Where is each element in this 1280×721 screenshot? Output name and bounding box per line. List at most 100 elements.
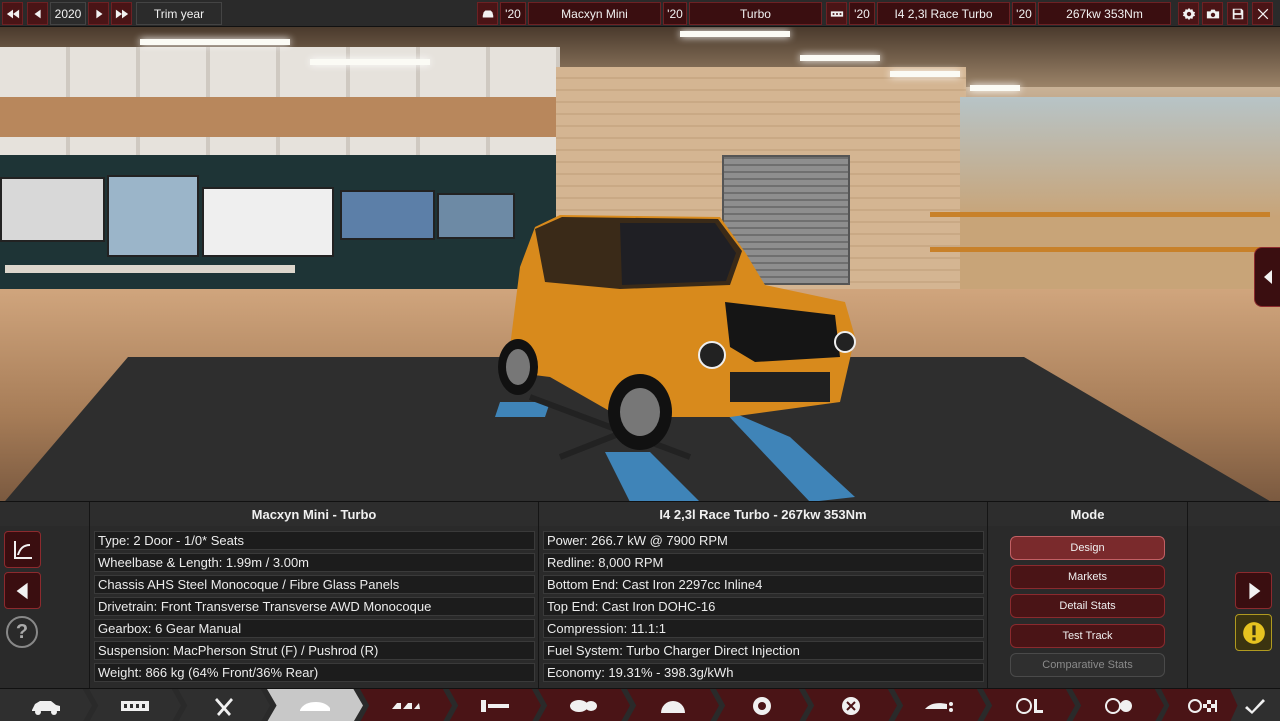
- skip-forward-icon: [115, 9, 128, 18]
- mode-markets-button[interactable]: Markets: [1010, 565, 1165, 589]
- chart-button[interactable]: [4, 531, 41, 568]
- first-year-button[interactable]: [2, 2, 23, 25]
- fuel-system-row: Fuel System: Turbo Charger Direct Inject…: [543, 641, 984, 660]
- mode-comparative-stats-button: Comparative Stats: [1010, 653, 1165, 677]
- steering-icon: [1016, 697, 1043, 714]
- ceiling-light: [680, 31, 790, 37]
- compression-row: Compression: 11.1:1: [543, 619, 984, 638]
- mode-design-button[interactable]: Design: [1010, 536, 1165, 560]
- engine-name[interactable]: I4 2,3l Race Turbo: [877, 2, 1010, 25]
- seats-icon: [392, 702, 420, 709]
- gearbox-row: Gearbox: 6 Gear Manual: [94, 619, 535, 638]
- ceiling-light: [140, 39, 290, 45]
- nav-suspension[interactable]: [178, 689, 270, 721]
- workbench: [5, 265, 295, 273]
- next-button[interactable]: [1235, 572, 1272, 609]
- info-panel: ? Macxyn Mini - Turbo Type: 2 Door - 1/0…: [0, 501, 1280, 689]
- redline-row: Redline: 8,000 RPM: [543, 553, 984, 572]
- car-icon: [482, 10, 493, 17]
- trim-name[interactable]: Turbo: [689, 2, 822, 25]
- shelf: [930, 212, 1270, 217]
- car-icon: [32, 700, 60, 715]
- engine-block-icon: [570, 699, 597, 712]
- nav-model[interactable]: [0, 689, 92, 721]
- car-type-row: Type: 2 Door - 1/0* Seats: [94, 531, 535, 550]
- gear-half-icon: [661, 700, 685, 713]
- nav-wheels[interactable]: [716, 689, 808, 721]
- chassis-icon: [121, 700, 149, 711]
- variant-name[interactable]: 267kw 353Nm: [1038, 2, 1171, 25]
- settings-button[interactable]: [1178, 2, 1199, 25]
- curve-graph-icon: [13, 540, 32, 559]
- wheelbase-row: Wheelbase & Length: 1.99m / 3.00m: [94, 553, 535, 572]
- car-info-title: Macxyn Mini - Turbo: [90, 502, 539, 526]
- ceiling-light: [310, 59, 430, 65]
- alert-icon: [1242, 621, 1265, 644]
- model-button[interactable]: [477, 2, 498, 25]
- model-year: '20: [500, 2, 526, 25]
- warning-button[interactable]: [1235, 614, 1272, 651]
- side-panel-toggle[interactable]: [1254, 247, 1280, 307]
- car-body-icon: [300, 701, 330, 711]
- last-year-button[interactable]: [111, 2, 132, 25]
- trim-year: '20: [663, 2, 687, 25]
- nav-fixtures[interactable]: [449, 689, 541, 721]
- prev-year-button[interactable]: [27, 2, 48, 25]
- nav-chassis[interactable]: [89, 689, 181, 721]
- nav-finish[interactable]: [1230, 689, 1280, 721]
- help-icon[interactable]: ?: [6, 616, 38, 648]
- bottom-end-row: Bottom End: Cast Iron 2297cc Inline4: [543, 575, 984, 594]
- close-button[interactable]: [1252, 2, 1273, 25]
- mode-list: Design Markets Detail Stats Test Track C…: [988, 526, 1188, 689]
- nav-interior[interactable]: [360, 689, 452, 721]
- chevron-right-icon: [1248, 582, 1260, 599]
- right-wall: [960, 97, 1280, 297]
- steering-wheel-icon: [1105, 697, 1132, 714]
- nav-body[interactable]: [267, 689, 363, 721]
- garage-viewport[interactable]: [0, 27, 1280, 501]
- ceiling-light: [890, 71, 960, 77]
- tools-column: ?: [0, 526, 90, 689]
- chevron-left-icon: [1263, 270, 1272, 284]
- back-button[interactable]: [4, 572, 41, 609]
- save-button[interactable]: [1227, 2, 1248, 25]
- suspension-row: Suspension: MacPherson Strut (F) / Pushr…: [94, 641, 535, 660]
- nav-brakes[interactable]: [983, 689, 1075, 721]
- engine-info-title: I4 2,3l Race Turbo - 267kw 353Nm: [539, 502, 988, 526]
- nav-tuning[interactable]: [1072, 689, 1164, 721]
- gear-icon: [1182, 7, 1195, 20]
- top-end-row: Top End: Cast Iron DOHC-16: [543, 597, 984, 616]
- mode-test-track-button[interactable]: Test Track: [1010, 624, 1165, 648]
- trim-year-label[interactable]: Trim year: [136, 2, 222, 25]
- fixtures-icon: [481, 699, 509, 712]
- chevron-right-icon: [95, 9, 102, 18]
- nav-aero[interactable]: [894, 689, 986, 721]
- poster: [107, 175, 199, 257]
- top-bar: 2020 Trim year '20 Macxyn Mini '20 Turbo…: [0, 0, 1280, 27]
- aero-icon: [925, 701, 953, 712]
- wrench-cross-icon: [215, 697, 233, 716]
- nav-engine[interactable]: [538, 689, 630, 721]
- next-year-button[interactable]: [88, 2, 109, 25]
- engine-button[interactable]: [826, 2, 847, 25]
- mode-detail-stats-button[interactable]: Detail Stats: [1010, 594, 1165, 618]
- year-display: 2020: [50, 2, 86, 25]
- power-row: Power: 266.7 kW @ 7900 RPM: [543, 531, 984, 550]
- poster: [340, 190, 435, 240]
- save-icon: [1232, 8, 1243, 19]
- chevron-left-icon: [34, 9, 41, 18]
- nav-tires[interactable]: [805, 689, 897, 721]
- engine-info-list: Power: 266.7 kW @ 7900 RPM Redline: 8,00…: [539, 526, 988, 689]
- variant-year: '20: [1012, 2, 1036, 25]
- photo-button[interactable]: [1202, 2, 1223, 25]
- engine-icon: [830, 10, 843, 17]
- nav-gearbox[interactable]: [627, 689, 719, 721]
- tire-icon: [842, 696, 860, 715]
- tools-header: [0, 502, 90, 526]
- close-icon: [1257, 8, 1268, 19]
- mode-title: Mode: [988, 502, 1188, 526]
- actions-column: [1188, 526, 1280, 689]
- drivetrain-row: Drivetrain: Front Transverse Transverse …: [94, 597, 535, 616]
- weight-row: Weight: 866 kg (64% Front/36% Rear): [94, 663, 535, 682]
- model-name[interactable]: Macxyn Mini: [528, 2, 661, 25]
